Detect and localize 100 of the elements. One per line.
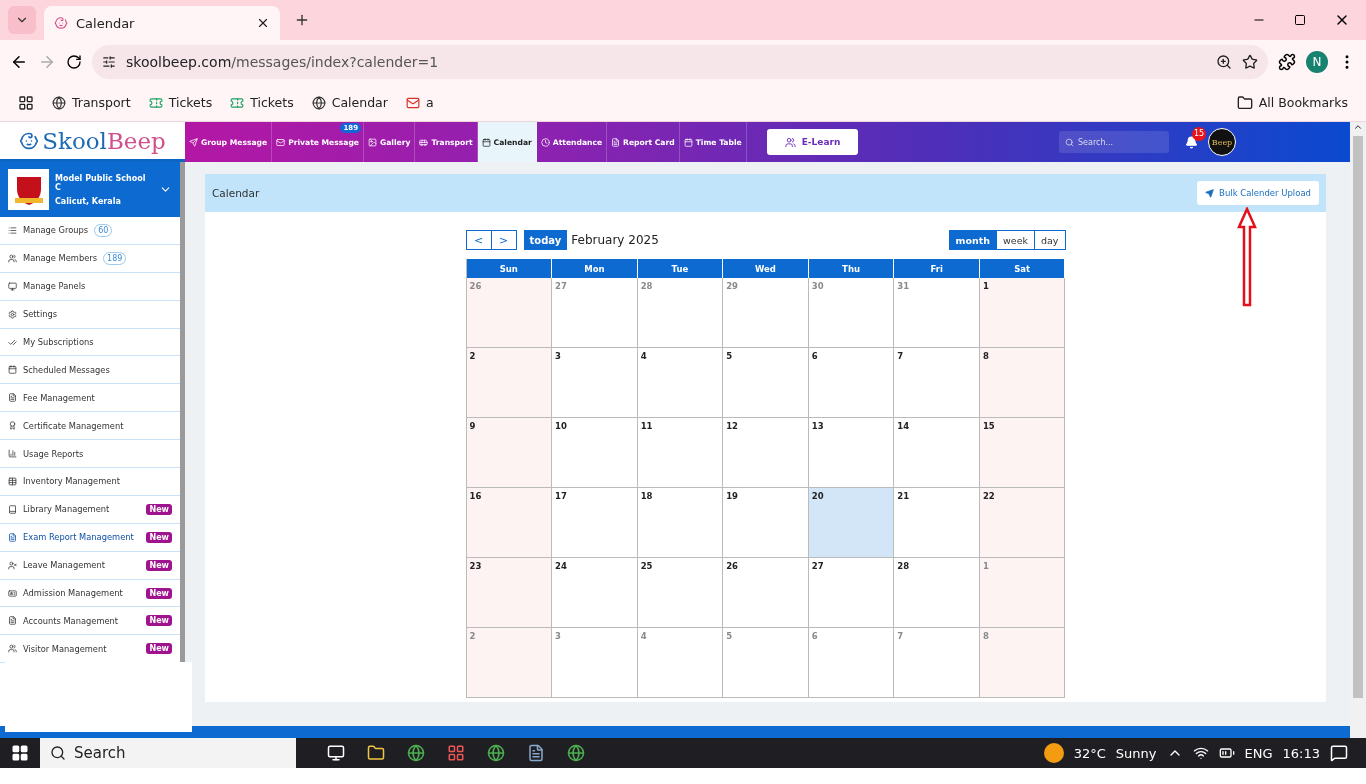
reload-icon[interactable] xyxy=(66,54,82,70)
temperature[interactable]: 32°C xyxy=(1073,745,1106,761)
day-cell[interactable]: 22 xyxy=(979,488,1066,558)
view-tab[interactable]: month xyxy=(948,230,998,250)
sidebar-item[interactable]: Settings xyxy=(0,300,180,329)
browser-icon[interactable] xyxy=(567,744,585,762)
sidebar-item[interactable]: Library Management New xyxy=(0,495,180,524)
elearn-button[interactable]: E-Learn xyxy=(766,129,859,155)
school-header[interactable]: Model Public School C Calicut, Kerala xyxy=(0,162,180,217)
day-cell[interactable]: 26 xyxy=(723,558,809,628)
bookmark-link[interactable]: a xyxy=(405,95,434,110)
day-cell[interactable]: 5 xyxy=(723,348,809,418)
view-tab[interactable]: day xyxy=(1034,230,1066,250)
sidebar-item[interactable]: Manage Panels xyxy=(0,272,180,301)
day-cell[interactable]: 12 xyxy=(723,418,809,488)
day-cell[interactable]: 6 xyxy=(808,628,895,698)
taskbar-search[interactable]: Search xyxy=(40,738,296,768)
day-cell[interactable]: 13 xyxy=(808,418,895,488)
apps-icon[interactable] xyxy=(18,94,34,111)
avatar[interactable]: Beep xyxy=(1208,128,1236,156)
extensions-icon[interactable] xyxy=(1278,53,1296,71)
weather-icon[interactable] xyxy=(1043,743,1064,763)
send-icon xyxy=(1205,188,1215,198)
sidebar-item[interactable]: Scheduled Messages xyxy=(0,356,180,385)
bookmark-link[interactable]: Transport xyxy=(52,95,131,110)
day-cell[interactable]: 19 xyxy=(723,488,809,558)
day-cell[interactable]: 18 xyxy=(637,488,724,558)
sidebar-item[interactable]: Admission Management New xyxy=(0,579,180,608)
today-button[interactable]: today xyxy=(523,230,568,250)
site-settings-icon[interactable] xyxy=(102,55,116,69)
sidebar-item[interactable]: Leave Management New xyxy=(0,551,180,580)
day-cell[interactable]: 9 xyxy=(466,418,553,488)
close-icon[interactable] xyxy=(256,16,270,30)
search-field[interactable]: Search... xyxy=(1059,131,1169,153)
sidebar-item[interactable]: My Subscriptions xyxy=(0,328,180,357)
sidebar-item[interactable]: Usage Reports xyxy=(0,440,180,468)
day-cell[interactable]: 28 xyxy=(637,278,724,348)
list-icon xyxy=(8,225,17,235)
star-icon[interactable] xyxy=(1242,54,1258,70)
bookmark-link[interactable]: Tickets xyxy=(148,95,213,110)
day-cell[interactable]: 24 xyxy=(552,558,638,628)
day-cell[interactable]: 11 xyxy=(637,418,724,488)
battery-icon[interactable] xyxy=(1218,745,1235,761)
prev-button[interactable]: < xyxy=(465,230,492,250)
browser-icon[interactable] xyxy=(407,744,425,762)
sidebar-item[interactable]: Inventory Management xyxy=(0,468,180,496)
site-icon xyxy=(54,16,68,30)
day-cell[interactable]: 4 xyxy=(637,348,724,418)
day-cell[interactable]: 14 xyxy=(894,418,980,488)
sidebar-item[interactable]: Exam Report Management New xyxy=(0,523,180,552)
sidebar-item[interactable]: Fee Management xyxy=(0,384,180,413)
day-cell[interactable]: 20 xyxy=(808,488,895,558)
day-cell[interactable]: 17 xyxy=(552,488,638,558)
scroll-up-icon[interactable] xyxy=(1353,122,1363,132)
restore-icon[interactable] xyxy=(1294,14,1306,26)
notifications-icon[interactable] xyxy=(1330,744,1348,762)
day-cell[interactable]: 27 xyxy=(808,558,895,628)
sidebar-item[interactable]: Accounts Management New xyxy=(0,607,180,636)
notepad-icon[interactable] xyxy=(527,744,545,762)
start-icon[interactable] xyxy=(11,744,29,762)
next-button[interactable]: > xyxy=(490,230,517,250)
profile-avatar[interactable]: N xyxy=(1306,51,1328,73)
view-tab[interactable]: week xyxy=(996,230,1035,250)
day-cell[interactable]: 10 xyxy=(552,418,638,488)
folder-icon[interactable] xyxy=(367,744,385,762)
day-cell[interactable]: 1 xyxy=(979,278,1066,348)
all-bookmarks-link[interactable]: All Bookmarks xyxy=(1236,94,1348,111)
browser-tab[interactable]: Calendar xyxy=(44,6,280,40)
person-icon xyxy=(8,560,17,570)
address-bar[interactable]: skoolbeep.com/messages/index?calender=1 xyxy=(92,45,1268,79)
weather-text[interactable]: Sunny xyxy=(1115,745,1157,761)
bulk-upload-button[interactable]: Bulk Calender Upload xyxy=(1197,181,1319,205)
day-cell[interactable]: 28 xyxy=(894,558,980,628)
bookmark-link[interactable]: Calendar xyxy=(311,95,388,110)
sidebar-item[interactable]: Manage Groups 60 xyxy=(0,217,180,245)
browser-icon[interactable] xyxy=(487,744,505,762)
day-cell[interactable]: 23 xyxy=(466,558,553,628)
day-cell[interactable]: 15 xyxy=(979,418,1066,488)
day-cell[interactable]: 8 xyxy=(979,348,1066,418)
day-cell[interactable]: 2 xyxy=(466,348,553,418)
task-view-icon[interactable] xyxy=(327,744,345,762)
language-indicator[interactable]: ENG xyxy=(1244,745,1273,761)
zoom-icon[interactable] xyxy=(1216,54,1232,70)
bookmark-link[interactable]: Tickets xyxy=(230,95,294,110)
sidebar-item[interactable]: Certificate Management xyxy=(0,412,180,441)
day-cell[interactable]: 6 xyxy=(808,348,895,418)
day-cell[interactable]: 7 xyxy=(894,348,980,418)
day-cell[interactable]: 30 xyxy=(808,278,895,348)
network-icon[interactable] xyxy=(1192,745,1209,761)
store-icon[interactable] xyxy=(447,744,465,762)
scrollbar[interactable] xyxy=(1350,122,1366,738)
sidebar-item[interactable]: Manage Members 189 xyxy=(0,244,180,273)
day-cell[interactable]: 16 xyxy=(466,488,553,558)
logo[interactable]: SkoolBeep xyxy=(0,122,185,162)
back-icon[interactable] xyxy=(10,53,28,71)
day-cell[interactable]: 21 xyxy=(894,488,980,558)
day-cell[interactable]: 3 xyxy=(552,348,638,418)
clock[interactable]: 16:13 xyxy=(1282,745,1320,761)
day-cell[interactable]: 25 xyxy=(637,558,724,628)
bell-icon[interactable] xyxy=(1185,135,1198,149)
